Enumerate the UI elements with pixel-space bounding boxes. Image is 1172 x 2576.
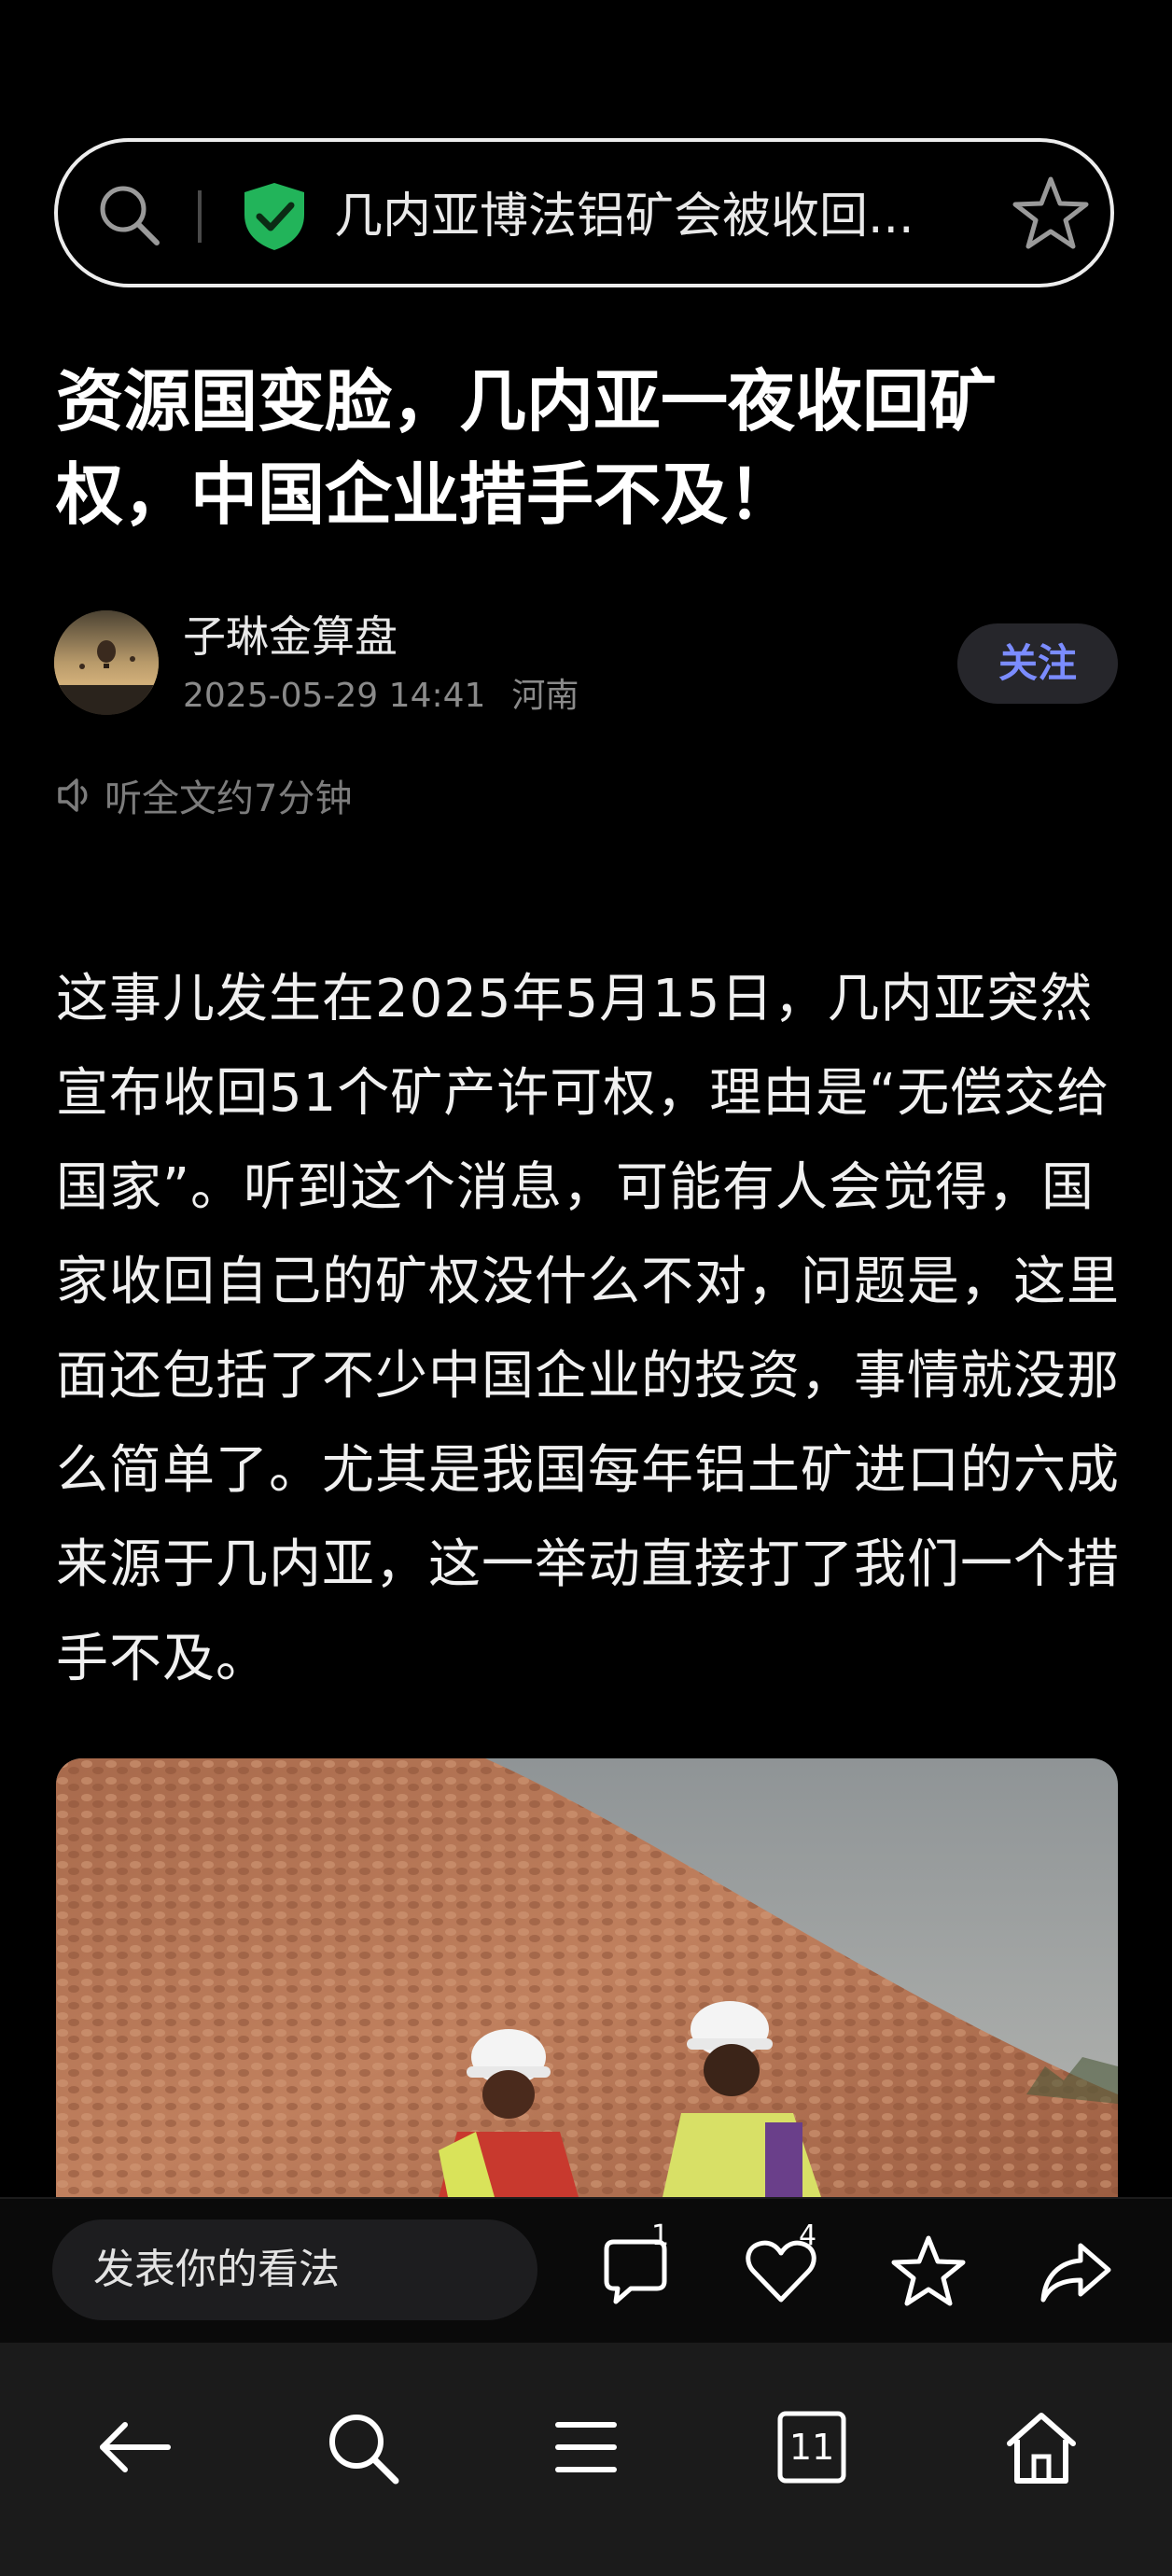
tabs-icon[interactable]: 11 [767, 2402, 857, 2492]
author-meta: 2025-05-29 14:41 河南 [183, 670, 579, 722]
url-text[interactable]: 几内亚博法铝矿会被收回... [334, 181, 1006, 252]
share-icon[interactable] [1034, 2229, 1118, 2313]
avatar-balloon-image [54, 610, 159, 715]
browser-nav-bar: 11 [0, 2343, 1172, 2576]
tabs-count: 11 [788, 2427, 835, 2468]
listen-full-text-button[interactable]: 听全文约7分钟 [54, 765, 352, 825]
shield-check-icon [244, 183, 304, 250]
author-region: 河南 [511, 677, 579, 715]
article-title: 资源国变脸，几内亚一夜收回矿权，中国企业措手不及！ [56, 362, 998, 534]
back-arrow-icon[interactable] [90, 2402, 179, 2492]
article-body: 这事儿发生在2025年5月15日，几内亚突然宣布收回51个矿产许可权，理由是“无… [56, 969, 1120, 1689]
speaker-icon [58, 778, 88, 812]
listen-label: 听全文约7分钟 [105, 777, 353, 820]
author-name[interactable]: 子琳金算盘 [183, 607, 398, 666]
comment-count: 1 [651, 2219, 670, 2252]
bookmark-star-icon[interactable] [1012, 174, 1090, 252]
home-icon[interactable] [997, 2402, 1086, 2492]
comment-input[interactable]: 发表你的看法 [52, 2219, 537, 2320]
favorite-star-icon[interactable] [886, 2229, 970, 2313]
address-bar[interactable]: 几内亚博法铝矿会被收回... [54, 138, 1114, 287]
like-count: 4 [799, 2219, 817, 2252]
search-icon[interactable] [93, 179, 164, 250]
author-avatar[interactable] [54, 610, 159, 715]
comment-bar: 发表你的看法 1 4 [0, 2197, 1172, 2345]
follow-button[interactable]: 关注 [957, 623, 1118, 704]
divider [198, 190, 202, 243]
search-icon[interactable] [317, 2402, 407, 2492]
bauxite-pile-image [56, 1758, 1118, 2197]
publish-datetime: 2025-05-29 14:41 [183, 677, 486, 715]
menu-icon[interactable] [541, 2402, 631, 2492]
article-photo[interactable] [56, 1758, 1118, 2197]
